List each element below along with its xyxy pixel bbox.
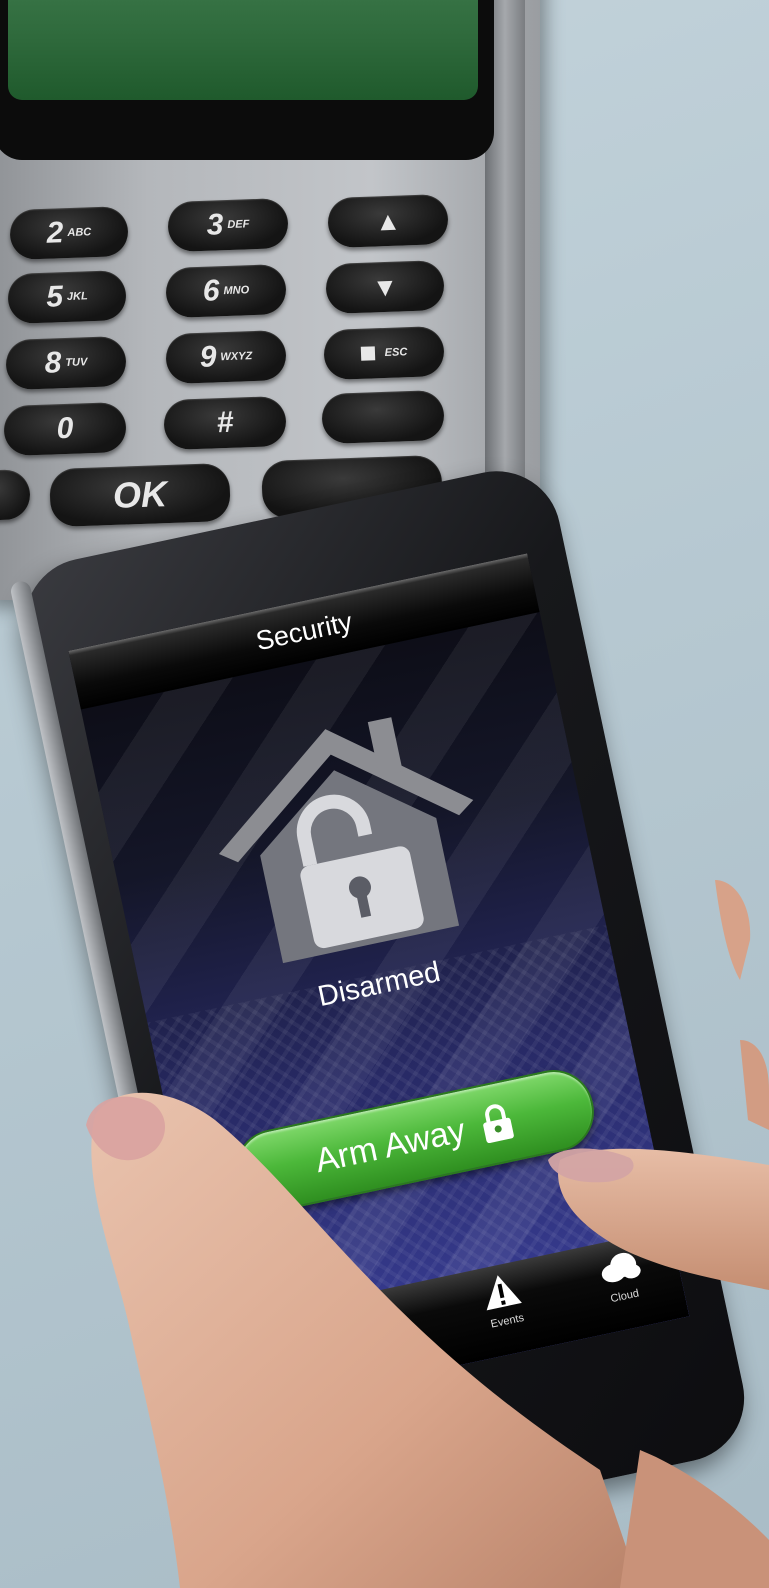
down-arrow-icon: ▼ bbox=[371, 271, 399, 302]
tab-cloud[interactable]: Cloud bbox=[566, 1238, 675, 1313]
cloud-icon bbox=[601, 1252, 641, 1283]
stop-square-icon bbox=[360, 346, 375, 361]
keypad-key-5[interactable]: 5 JKL bbox=[7, 269, 127, 325]
keypad-key-up[interactable]: ▲ bbox=[327, 193, 449, 249]
home-button[interactable] bbox=[426, 1392, 526, 1493]
page-title: Security bbox=[253, 606, 355, 656]
padlock-icon bbox=[483, 1104, 515, 1144]
keypad-key-blank[interactable] bbox=[321, 389, 445, 445]
smartphone: Security Disarmed Arm Away Events Cloud bbox=[9, 459, 757, 1561]
keypad-key-8[interactable]: 8 TUV bbox=[5, 335, 127, 391]
keypad-key-6[interactable]: 6 MNO bbox=[165, 263, 287, 319]
keypad-key-ok[interactable]: OK bbox=[49, 462, 231, 528]
up-arrow-icon: ▲ bbox=[374, 205, 402, 236]
keypad-key-hash[interactable]: # bbox=[163, 395, 287, 451]
warning-icon bbox=[486, 1275, 522, 1311]
keypad-key-down[interactable]: ▼ bbox=[325, 259, 445, 315]
keypad-key-esc[interactable]: ESC bbox=[323, 325, 445, 381]
keypad-key-3[interactable]: 3 DEF bbox=[167, 197, 289, 253]
keypad-key-2[interactable]: 2 ABC bbox=[9, 205, 129, 261]
keypad-key-0[interactable]: 0 bbox=[3, 401, 127, 457]
lcd-screen bbox=[8, 0, 478, 100]
tab-events[interactable]: Events bbox=[448, 1263, 557, 1338]
keypad-key-9[interactable]: 9 WXYZ bbox=[165, 329, 287, 385]
